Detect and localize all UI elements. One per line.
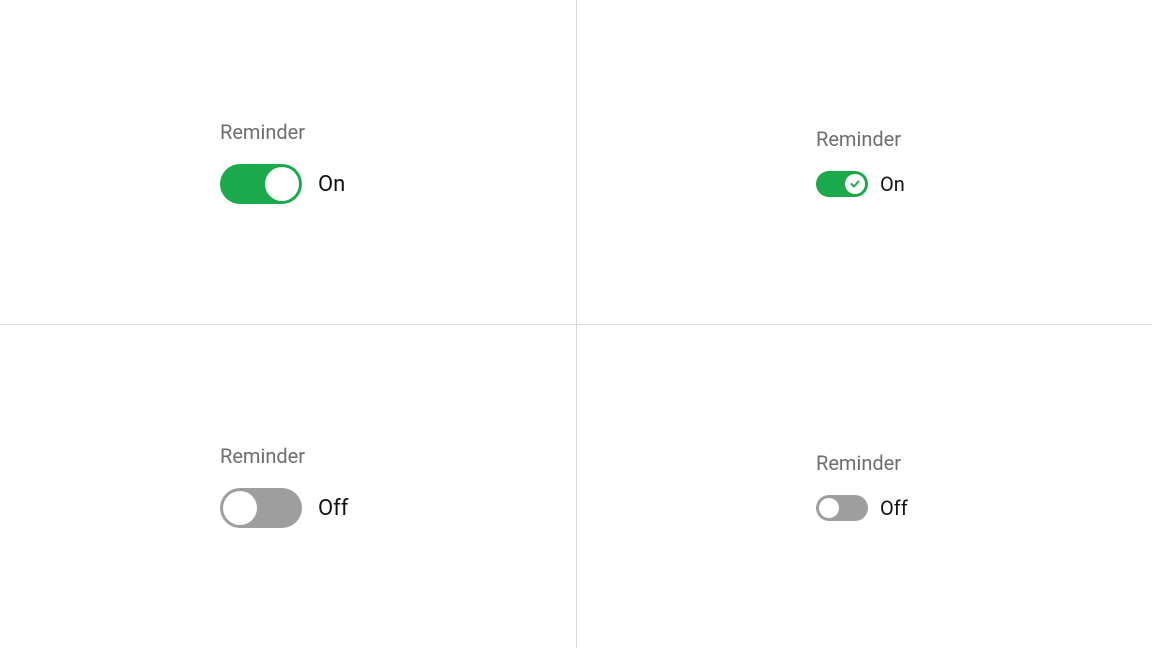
toggle-status: On: [318, 172, 345, 197]
toggle-thumb: [265, 167, 299, 201]
check-icon: [849, 178, 861, 190]
toggle-label: Reminder: [816, 451, 1152, 475]
toggle-status: Off: [880, 496, 908, 520]
reminder-toggle-large-on[interactable]: [220, 164, 302, 204]
reminder-toggle-large-off[interactable]: [220, 488, 302, 528]
horizontal-divider: [0, 324, 1152, 325]
toggle-thumb: [819, 498, 839, 518]
reminder-toggle-small-off[interactable]: [816, 495, 868, 521]
toggle-label: Reminder: [220, 444, 576, 468]
toggle-label: Reminder: [816, 127, 1152, 151]
toggle-label: Reminder: [220, 120, 576, 144]
toggle-thumb: [223, 491, 257, 525]
toggle-status: Off: [318, 496, 348, 521]
reminder-toggle-small-on[interactable]: [816, 171, 868, 197]
toggle-thumb: [845, 174, 865, 194]
toggle-status: On: [880, 172, 905, 196]
